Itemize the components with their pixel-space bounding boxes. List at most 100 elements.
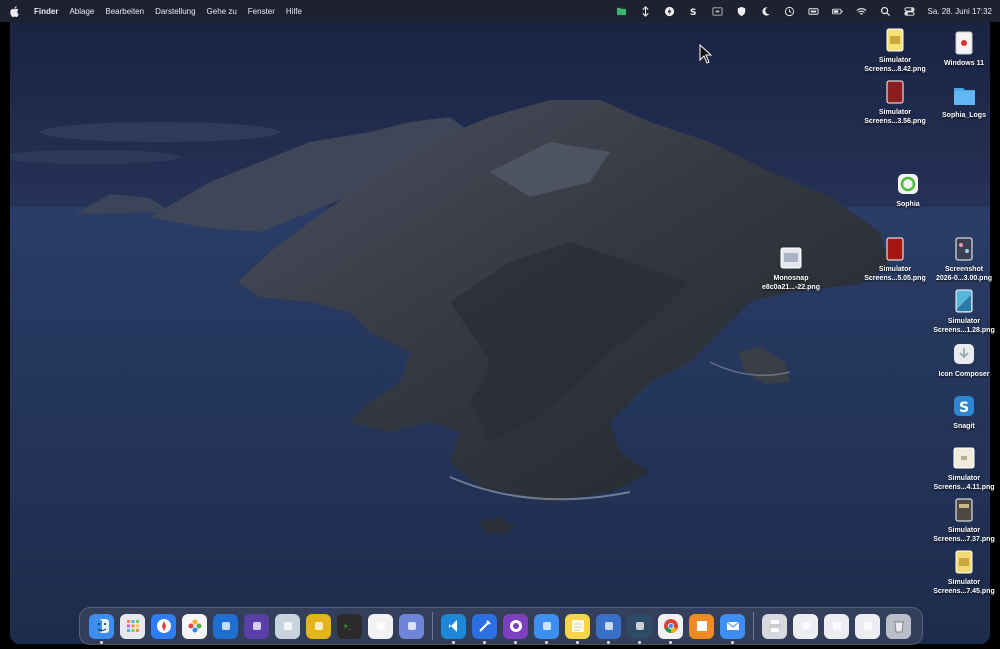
wallpaper-island xyxy=(10,100,990,644)
desktop-folder-sophia-logs[interactable]: Sophia_Logs xyxy=(925,82,1000,120)
database-icon[interactable] xyxy=(596,613,621,644)
running-indicator xyxy=(669,640,672,644)
desktop-file-label: Sophia xyxy=(896,201,920,208)
image-file-icon xyxy=(780,245,802,271)
folder-icon xyxy=(953,82,975,108)
mouse-cursor-icon xyxy=(699,44,713,64)
photos-icon[interactable] xyxy=(182,613,207,639)
running-indicator xyxy=(638,640,641,644)
desktop-file-label: Simulator Screens...5.05.png xyxy=(864,266,926,282)
document-stack-2-icon[interactable] xyxy=(824,613,849,639)
desktop-file-simulator-screenshot[interactable]: Simulator Screens...7.45.png xyxy=(925,549,1000,596)
desktop-file-simulator-screenshot[interactable]: Simulator Screens...5.05.png xyxy=(856,236,934,283)
image-file-icon xyxy=(884,79,906,105)
running-indicator xyxy=(607,640,610,644)
printer-icon[interactable] xyxy=(762,613,787,639)
github-desktop-icon[interactable] xyxy=(503,613,528,644)
books-icon[interactable] xyxy=(689,613,714,639)
desktop-app-icon-composer[interactable]: Icon Composer xyxy=(925,341,1000,379)
desktop-file-label: Simulator Screens...1.28.png xyxy=(933,318,995,334)
control-center-icon[interactable] xyxy=(903,5,916,18)
files-icon[interactable] xyxy=(534,613,559,644)
running-indicator xyxy=(100,640,103,644)
finder-icon[interactable] xyxy=(89,613,114,644)
arrows-icon[interactable] xyxy=(639,5,652,18)
search-icon[interactable] xyxy=(879,5,892,18)
document-stack-1-icon[interactable] xyxy=(793,613,818,639)
running-indicator xyxy=(514,640,517,644)
freeform-icon[interactable] xyxy=(368,613,393,639)
desktop-file-label: Sophia_Logs xyxy=(942,112,986,119)
battery-icon[interactable] xyxy=(831,5,844,18)
desktop-file-label: Icon Composer xyxy=(938,371,990,378)
menu-bar: Finder Ablage Bearbeiten Darstellung Geh… xyxy=(0,0,1000,22)
bolt-icon[interactable] xyxy=(663,5,676,18)
snagit-app-icon: S xyxy=(953,393,975,419)
xcode-icon[interactable] xyxy=(472,613,497,644)
menu-bearbeiten[interactable]: Bearbeiten xyxy=(105,7,144,16)
sophia-app-icon xyxy=(897,171,919,197)
dock-separator xyxy=(432,612,433,640)
desktop-file-label: Simulator Screens...8.42.png xyxy=(864,57,926,73)
desktop-file-simulator-screenshot[interactable]: Simulator Screens...3.56.png xyxy=(856,79,934,126)
menu-ablage[interactable]: Ablage xyxy=(69,7,94,16)
desktop-file-simulator-screenshot[interactable]: Simulator Screens...1.28.png xyxy=(925,288,1000,335)
menu-hilfe[interactable]: Hilfe xyxy=(286,7,302,16)
menubar-clock[interactable]: Sa. 28. Juni 17:32 xyxy=(928,7,993,16)
running-indicator xyxy=(452,640,455,644)
running-indicator xyxy=(731,640,734,644)
image-file-icon xyxy=(884,27,906,53)
desktop-file-simulator-screenshot[interactable]: Simulator Screens...7.37.png xyxy=(925,497,1000,544)
dock: >_ xyxy=(79,607,923,645)
document-icon xyxy=(953,30,975,56)
running-indicator xyxy=(483,640,486,644)
wifi-icon[interactable] xyxy=(855,5,868,18)
launchpad-icon[interactable] xyxy=(120,613,145,639)
desktop-app-snagit[interactable]: S Snagit xyxy=(925,393,1000,431)
menu-fenster[interactable]: Fenster xyxy=(248,7,275,16)
forklift-icon[interactable] xyxy=(306,613,331,639)
desktop[interactable] xyxy=(10,22,990,644)
menu-app-finder[interactable]: Finder xyxy=(34,7,58,16)
moon-icon[interactable] xyxy=(759,5,772,18)
s-app-icon[interactable]: S xyxy=(687,5,700,18)
dock-separator xyxy=(753,612,754,640)
trash-icon[interactable] xyxy=(886,613,911,639)
image-file-icon xyxy=(953,445,975,471)
notes-icon[interactable] xyxy=(565,613,590,644)
folder-green-icon[interactable] xyxy=(615,5,628,18)
svg-text:S: S xyxy=(689,7,696,17)
svg-text:>_: >_ xyxy=(344,623,352,630)
obsidian-icon[interactable] xyxy=(244,613,269,639)
stack-icon[interactable] xyxy=(627,613,652,644)
menu-darstellung[interactable]: Darstellung xyxy=(155,7,195,16)
desktop-file-simulator-screenshot[interactable]: Simulator Screens...4.11.png xyxy=(925,445,1000,492)
mail-icon[interactable] xyxy=(720,613,745,644)
desktop-app-sophia[interactable]: Sophia xyxy=(869,171,947,209)
desktop-file-label: Snagit xyxy=(953,423,975,430)
chrome-icon[interactable] xyxy=(658,613,683,644)
display-icon[interactable] xyxy=(807,5,820,18)
image-file-icon xyxy=(953,497,975,523)
safari-icon[interactable] xyxy=(151,613,176,639)
outlook-icon[interactable] xyxy=(213,613,238,639)
terminal-icon[interactable]: >_ xyxy=(337,613,362,639)
desktop-file-screenshot[interactable]: Screenshot 2026-0...3.00.png xyxy=(925,236,1000,283)
image-file-icon xyxy=(884,236,906,262)
apple-menu-icon[interactable] xyxy=(10,5,20,17)
svg-text:S: S xyxy=(959,400,969,416)
desktop-file-monosnap[interactable]: Monosnap e8c0a21...-22.png xyxy=(752,245,830,292)
desktop-file-label: Windows 11 xyxy=(943,60,984,67)
document-stack-3-icon[interactable] xyxy=(855,613,880,639)
desktop-file-simulator-screenshot[interactable]: Simulator Screens...8.42.png xyxy=(856,27,934,74)
screen-icon[interactable] xyxy=(711,5,724,18)
silverlock-icon[interactable] xyxy=(275,613,300,639)
desktop-file-windows-11[interactable]: Windows 11 xyxy=(925,30,1000,68)
desktop-file-label: Monosnap e8c0a21...-22.png xyxy=(762,275,820,291)
desktop-file-label: Screenshot 2026-0...3.00.png xyxy=(935,266,993,282)
simulator-icon[interactable] xyxy=(399,613,424,639)
shield-icon[interactable] xyxy=(735,5,748,18)
vscode-icon[interactable] xyxy=(441,613,466,644)
menu-gehe-zu[interactable]: Gehe zu xyxy=(207,7,237,16)
clock-icon[interactable] xyxy=(783,5,796,18)
